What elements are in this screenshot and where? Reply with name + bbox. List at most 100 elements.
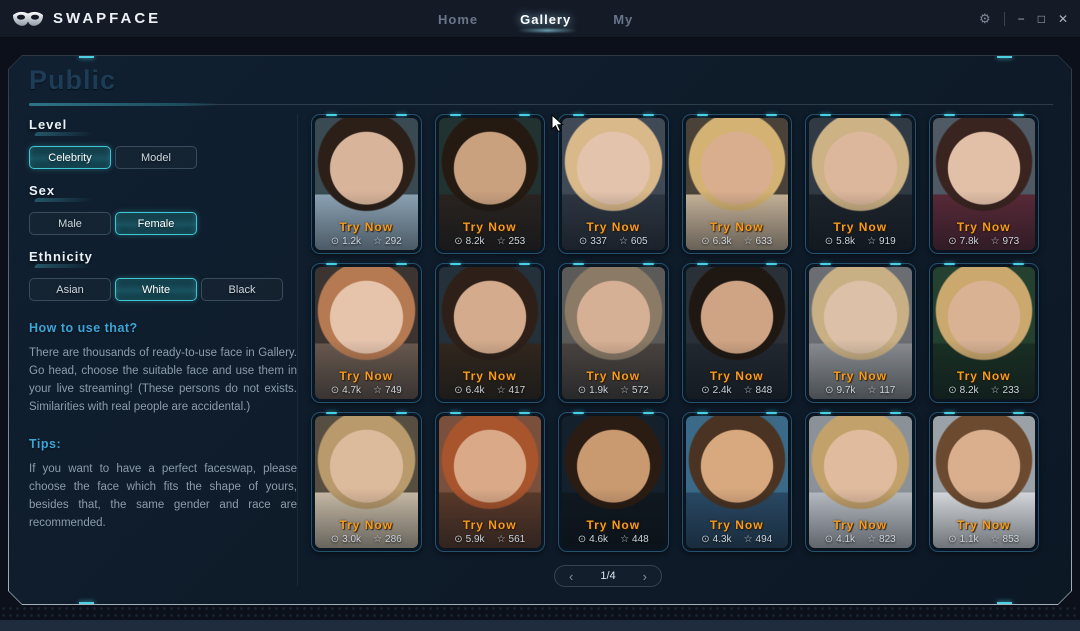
card-corner-accent-icon xyxy=(890,263,901,265)
views-count: 3.0k xyxy=(342,534,362,545)
face-card[interactable]: Try Now ⊙ 4.7k ☆ 749 xyxy=(311,263,422,403)
tips-title: Tips: xyxy=(29,436,62,451)
try-now-button[interactable]: Try Now xyxy=(562,369,665,383)
try-now-button[interactable]: Try Now xyxy=(315,369,418,383)
star-icon: ☆ xyxy=(373,385,383,396)
try-now-button[interactable]: Try Now xyxy=(809,369,912,383)
face-card[interactable]: Try Now ⊙ 1.2k ☆ 292 xyxy=(311,114,422,254)
face-photo: Try Now ⊙ 8.2k ☆ 253 xyxy=(439,118,542,250)
filter-level-model[interactable]: Model xyxy=(115,146,197,169)
card-corner-accent-icon xyxy=(890,114,901,116)
views-icon: ⊙ xyxy=(701,385,710,396)
views-count: 1.2k xyxy=(342,236,362,247)
try-now-button[interactable]: Try Now xyxy=(933,518,1036,532)
face-photo: Try Now ⊙ 1.2k ☆ 292 xyxy=(315,118,418,250)
views-count: 8.2k xyxy=(465,236,485,247)
card-overlay: Try Now ⊙ 7.8k ☆ 973 xyxy=(933,220,1036,247)
card-overlay: Try Now ⊙ 6.3k ☆ 633 xyxy=(686,220,789,247)
card-overlay: Try Now ⊙ 1.1k ☆ 853 xyxy=(933,518,1036,545)
star-icon: ☆ xyxy=(496,385,506,396)
nav-my[interactable]: My xyxy=(613,12,633,27)
try-now-button[interactable]: Try Now xyxy=(315,518,418,532)
gallery-panel-inner: Public Level Celebrity Model Sex Male Fema… xyxy=(9,56,1071,604)
face-card[interactable]: Try Now ⊙ 6.3k ☆ 633 xyxy=(682,114,793,254)
card-corner-accent-icon xyxy=(944,114,955,116)
star-icon: ☆ xyxy=(496,534,506,545)
bottom-strip xyxy=(0,620,1080,631)
gallery-panel: Public Level Celebrity Model Sex Male Fema… xyxy=(8,55,1072,605)
filter-sex-male[interactable]: Male xyxy=(29,212,111,235)
filter-ethnicity-black[interactable]: Black xyxy=(201,278,283,301)
try-now-button[interactable]: Try Now xyxy=(933,369,1036,383)
face-card[interactable]: Try Now ⊙ 6.4k ☆ 417 xyxy=(435,263,546,403)
try-now-button[interactable]: Try Now xyxy=(315,220,418,234)
card-corner-accent-icon xyxy=(643,114,654,116)
face-card[interactable]: Try Now ⊙ 7.8k ☆ 973 xyxy=(929,114,1040,254)
face-card[interactable]: Try Now ⊙ 4.1k ☆ 823 xyxy=(805,412,916,552)
filter-ethnicity-label: Ethnicity xyxy=(29,249,93,264)
close-button[interactable]: ✕ xyxy=(1058,13,1068,25)
filter-level-celebrity[interactable]: Celebrity xyxy=(29,146,111,169)
panel-accent xyxy=(997,602,1012,604)
try-now-button[interactable]: Try Now xyxy=(686,369,789,383)
views-count: 1.9k xyxy=(589,385,609,396)
face-card[interactable]: Try Now ⊙ 8.2k ☆ 253 xyxy=(435,114,546,254)
try-now-button[interactable]: Try Now xyxy=(686,518,789,532)
card-corner-accent-icon xyxy=(519,114,530,116)
try-now-button[interactable]: Try Now xyxy=(562,518,665,532)
next-page-button[interactable]: › xyxy=(643,570,647,583)
face-card[interactable]: Try Now ⊙ 2.4k ☆ 848 xyxy=(682,263,793,403)
filter-level-label: Level xyxy=(29,117,68,132)
face-card[interactable]: Try Now ⊙ 4.3k ☆ 494 xyxy=(682,412,793,552)
stars-count: 448 xyxy=(632,534,649,545)
panel-accent xyxy=(79,602,94,604)
views-count: 4.7k xyxy=(342,385,362,396)
face-card[interactable]: Try Now ⊙ 1.9k ☆ 572 xyxy=(558,263,669,403)
face-photo: Try Now ⊙ 5.9k ☆ 561 xyxy=(439,416,542,548)
views-icon: ⊙ xyxy=(948,236,957,247)
maximize-button[interactable]: □ xyxy=(1038,13,1045,25)
try-now-button[interactable]: Try Now xyxy=(809,220,912,234)
filter-ethnicity-white[interactable]: White xyxy=(115,278,197,301)
settings-icon[interactable]: ⚙ xyxy=(979,12,991,25)
views-count: 2.4k xyxy=(712,385,732,396)
nav-home[interactable]: Home xyxy=(438,12,478,27)
card-overlay: Try Now ⊙ 2.4k ☆ 848 xyxy=(686,369,789,396)
views-icon: ⊙ xyxy=(701,534,710,545)
views-icon: ⊙ xyxy=(454,534,463,545)
face-card[interactable]: Try Now ⊙ 1.1k ☆ 853 xyxy=(929,412,1040,552)
filter-sex-female[interactable]: Female xyxy=(115,212,197,235)
star-icon: ☆ xyxy=(496,236,506,247)
face-grid: Try Now ⊙ 1.2k ☆ 292 Try Now ⊙ 8.2k ☆ 25… xyxy=(311,114,1039,552)
face-card[interactable]: Try Now ⊙ 5.9k ☆ 561 xyxy=(435,412,546,552)
card-corner-accent-icon xyxy=(326,263,337,265)
face-card[interactable]: Try Now ⊙ 8.2k ☆ 233 xyxy=(929,263,1040,403)
face-card[interactable]: Try Now ⊙ 337 ☆ 605 xyxy=(558,114,669,254)
face-card[interactable]: Try Now ⊙ 4.6k ☆ 448 xyxy=(558,412,669,552)
face-photo: Try Now ⊙ 8.2k ☆ 233 xyxy=(933,267,1036,399)
nav-gallery[interactable]: Gallery xyxy=(520,12,571,27)
views-icon: ⊙ xyxy=(577,534,587,545)
prev-page-button[interactable]: ‹ xyxy=(569,570,573,583)
try-now-button[interactable]: Try Now xyxy=(439,369,542,383)
try-now-button[interactable]: Try Now xyxy=(933,220,1036,234)
stars-count: 253 xyxy=(508,236,526,247)
filter-ethnicity-asian[interactable]: Asian xyxy=(29,278,111,301)
try-now-button[interactable]: Try Now xyxy=(562,220,665,234)
try-now-button[interactable]: Try Now xyxy=(686,220,789,234)
try-now-button[interactable]: Try Now xyxy=(439,518,542,532)
divider xyxy=(1003,11,1005,26)
face-card[interactable]: Try Now ⊙ 9.7k ☆ 117 xyxy=(805,263,916,403)
window-controls: ⚙ − □ ✕ xyxy=(979,11,1068,26)
face-card[interactable]: Try Now ⊙ 3.0k ☆ 286 xyxy=(311,412,422,552)
minimize-button[interactable]: − xyxy=(1018,13,1025,25)
card-corner-accent-icon xyxy=(573,263,584,265)
try-now-button[interactable]: Try Now xyxy=(439,220,542,234)
card-overlay: Try Now ⊙ 337 ☆ 605 xyxy=(562,220,665,247)
try-now-button[interactable]: Try Now xyxy=(809,518,912,532)
stars-count: 605 xyxy=(630,236,648,247)
card-stats: ⊙ 6.3k ☆ 633 xyxy=(686,236,789,247)
card-overlay: Try Now ⊙ 3.0k ☆ 286 xyxy=(315,518,418,545)
card-corner-accent-icon xyxy=(573,412,584,414)
face-card[interactable]: Try Now ⊙ 5.8k ☆ 919 xyxy=(805,114,916,254)
